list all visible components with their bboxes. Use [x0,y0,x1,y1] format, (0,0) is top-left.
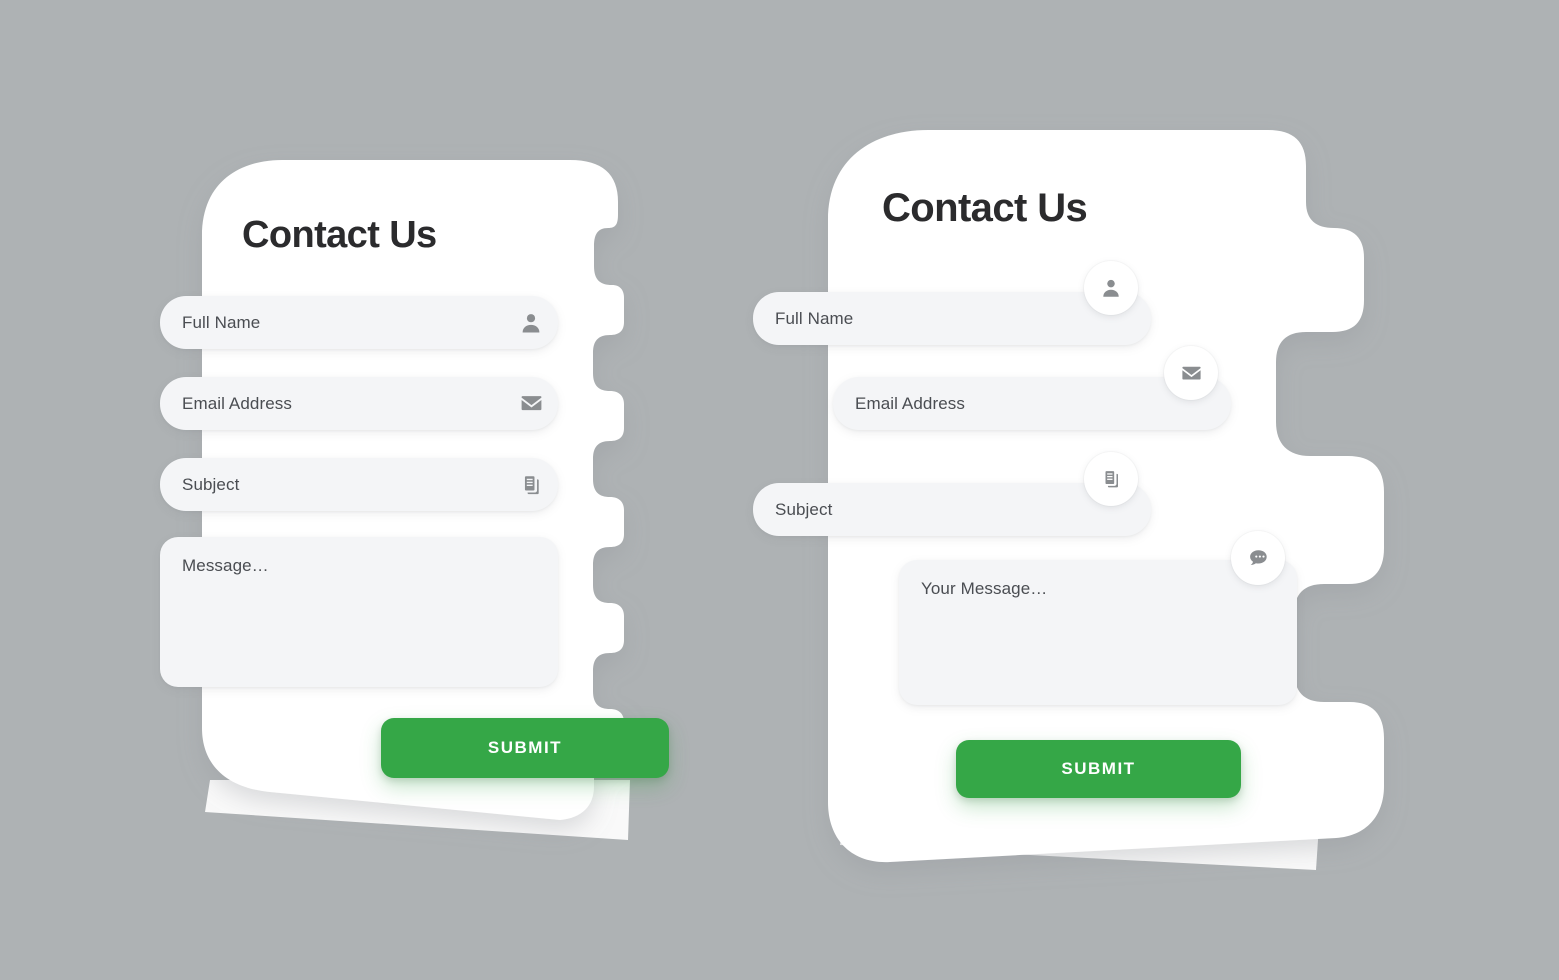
full-name-label-left: Full Name [182,312,261,332]
submit-button-left[interactable]: SUBMIT [381,718,669,778]
page-title-right: Contact Us [882,186,1088,230]
user-icon [518,310,544,336]
chat-bubble-icon-badge [1231,531,1285,585]
document-copy-icon [518,472,544,498]
document-copy-icon [1105,471,1118,488]
full-name-field-left[interactable]: Full Name [160,296,558,349]
subject-field-left[interactable]: Subject [160,458,558,511]
page-title-left: Contact Us [242,214,437,256]
submit-button-right[interactable]: SUBMIT [956,740,1241,798]
email-label-left: Email Address [182,393,292,413]
document-copy-icon-badge [1084,452,1138,506]
subject-label-left: Subject [182,474,240,494]
envelope-icon [518,391,544,417]
message-textarea-right[interactable]: Your Message… [899,560,1297,705]
email-label-right: Email Address [855,393,965,413]
envelope-icon-badge [1164,346,1218,400]
full-name-label-right: Full Name [775,308,854,328]
envelope-icon [1181,366,1201,380]
message-placeholder-left: Message… [182,556,269,575]
design-canvas: Contact Us Full Name Email Address Subje… [0,0,1559,980]
message-textarea-left[interactable]: Message… [160,537,558,687]
email-field-left[interactable]: Email Address [160,377,558,430]
chat-bubble-icon [1250,550,1267,565]
user-icon [1103,279,1119,297]
subject-label-right: Subject [775,499,833,519]
user-icon-badge [1084,261,1138,315]
message-placeholder-right: Your Message… [921,579,1048,598]
